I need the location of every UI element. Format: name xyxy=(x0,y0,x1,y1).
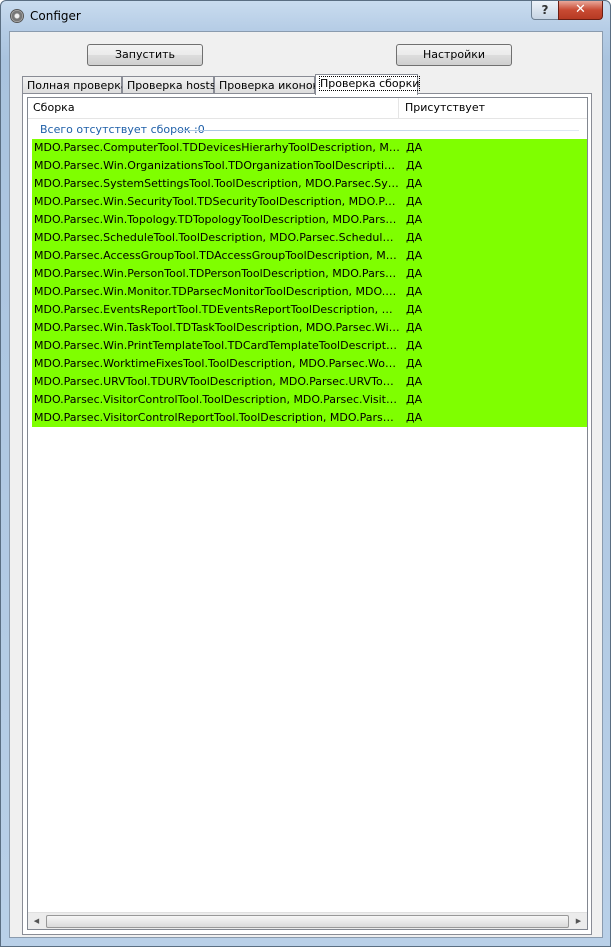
window-title: Configer xyxy=(30,9,81,23)
assembly-cell: MDO.Parsec.Win.Monitor.TDParsecMonitorTo… xyxy=(34,285,400,298)
tab-label: Проверка hosts xyxy=(127,79,216,92)
list-row[interactable]: MDO.Parsec.Win.PersonTool.TDPersonToolDe… xyxy=(32,265,587,283)
present-cell: ДА xyxy=(406,267,423,280)
present-cell: ДА xyxy=(406,339,423,352)
list-row[interactable]: MDO.Parsec.EventsReportTool.TDEventsRepo… xyxy=(32,301,587,319)
group-divider xyxy=(175,130,579,131)
column-header-assembly[interactable]: Сборка xyxy=(28,98,399,118)
list-row[interactable]: MDO.Parsec.WorktimeFixesTool.ToolDescrip… xyxy=(32,355,587,373)
list-header: Сборка Присутствует xyxy=(28,98,587,119)
present-cell: ДА xyxy=(406,303,423,316)
tab-hosts-check[interactable]: Проверка hosts xyxy=(122,76,216,94)
tab-icons-check[interactable]: Проверка иконок xyxy=(214,76,319,94)
horizontal-scrollbar[interactable]: ◀ ▶ xyxy=(28,912,587,929)
list-row[interactable]: MDO.Parsec.SystemSettingsTool.ToolDescri… xyxy=(32,175,587,193)
present-cell: ДА xyxy=(406,213,423,226)
present-cell: ДА xyxy=(406,231,423,244)
assembly-cell: MDO.Parsec.Win.Topology.TDTopologyToolDe… xyxy=(34,213,400,226)
present-cell: ДА xyxy=(406,375,423,388)
present-cell: ДА xyxy=(406,249,423,262)
close-button[interactable]: ✕ xyxy=(558,1,603,20)
assembly-cell: MDO.Parsec.VisitorControlReportTool.Tool… xyxy=(34,411,400,424)
present-cell: ДА xyxy=(406,177,423,190)
list-row[interactable]: MDO.Parsec.ComputerTool.TDDevicesHierarh… xyxy=(32,139,587,157)
assembly-cell: MDO.Parsec.Win.SecurityTool.TDSecurityTo… xyxy=(34,195,400,208)
list-row[interactable]: MDO.Parsec.VisitorControlReportTool.Tool… xyxy=(32,409,587,427)
assembly-cell: MDO.Parsec.ComputerTool.TDDevicesHierarh… xyxy=(34,141,400,154)
assembly-cell: MDO.Parsec.EventsReportTool.TDEventsRepo… xyxy=(34,303,400,316)
list-row[interactable]: MDO.Parsec.URVTool.TDURVToolDescription,… xyxy=(32,373,587,391)
present-cell: ДА xyxy=(406,159,423,172)
present-cell: ДА xyxy=(406,285,423,298)
title-bar[interactable]: Configer ? ✕ xyxy=(1,1,610,31)
assembly-cell: MDO.Parsec.Win.TaskTool.TDTaskToolDescri… xyxy=(34,321,400,334)
list-row[interactable]: MDO.Parsec.AccessGroupTool.TDAccessGroup… xyxy=(32,247,587,265)
list-row[interactable]: MDO.Parsec.Win.Topology.TDTopologyToolDe… xyxy=(32,211,587,229)
present-cell: ДА xyxy=(406,321,423,334)
group-header: Всего отсутствует сборок :0 xyxy=(28,123,587,139)
assembly-cell: MDO.Parsec.VisitorControlTool.ToolDescri… xyxy=(34,393,400,406)
list-row[interactable]: MDO.Parsec.Win.Monitor.TDParsecMonitorTo… xyxy=(32,283,587,301)
assembly-cell: MDO.Parsec.ScheduleTool.ToolDescription,… xyxy=(34,231,400,244)
assembly-cell: MDO.Parsec.WorktimeFixesTool.ToolDescrip… xyxy=(34,357,400,370)
tab-label: Проверка иконок xyxy=(219,79,320,92)
client-area: Запустить Настройки Полная проверка Пров… xyxy=(9,31,603,938)
present-cell: ДА xyxy=(406,411,423,424)
configer-window: Configer ? ✕ Запустить Настройки Полная … xyxy=(0,0,611,947)
assembly-cell: MDO.Parsec.Win.PersonTool.TDPersonToolDe… xyxy=(34,267,400,280)
list-row[interactable]: MDO.Parsec.ScheduleTool.ToolDescription,… xyxy=(32,229,587,247)
tab-assembly-check[interactable]: Проверка сборки xyxy=(315,74,421,95)
gear-icon xyxy=(10,9,24,23)
scrollbar-thumb[interactable] xyxy=(46,915,569,928)
tab-panel-assembly: Сборка Присутствует Всего отсутствует сб… xyxy=(22,93,592,935)
scroll-right-arrow-icon[interactable]: ▶ xyxy=(570,913,587,929)
tab-label: Полная проверка xyxy=(27,79,128,92)
settings-button[interactable]: Настройки xyxy=(396,44,512,66)
assembly-cell: MDO.Parsec.SystemSettingsTool.ToolDescri… xyxy=(34,177,400,190)
assembly-cell: MDO.Parsec.Win.OrganizationsTool.TDOrgan… xyxy=(34,159,400,172)
list-row[interactable]: MDO.Parsec.VisitorControlTool.ToolDescri… xyxy=(32,391,587,409)
help-button[interactable]: ? xyxy=(531,1,559,20)
column-header-present[interactable]: Присутствует xyxy=(400,98,587,118)
list-row[interactable]: MDO.Parsec.Win.OrganizationsTool.TDOrgan… xyxy=(32,157,587,175)
assembly-cell: MDO.Parsec.Win.PrintTemplateTool.TDCardT… xyxy=(34,339,400,352)
run-button[interactable]: Запустить xyxy=(87,44,203,66)
assembly-cell: MDO.Parsec.URVTool.TDURVToolDescription,… xyxy=(34,375,400,388)
present-cell: ДА xyxy=(406,195,423,208)
scroll-left-arrow-icon[interactable]: ◀ xyxy=(28,913,45,929)
present-cell: ДА xyxy=(406,357,423,370)
list-rows: MDO.Parsec.ComputerTool.TDDevicesHierarh… xyxy=(32,139,587,427)
assembly-cell: MDO.Parsec.AccessGroupTool.TDAccessGroup… xyxy=(34,249,400,262)
present-cell: ДА xyxy=(406,141,423,154)
list-row[interactable]: MDO.Parsec.Win.SecurityTool.TDSecurityTo… xyxy=(32,193,587,211)
present-cell: ДА xyxy=(406,393,423,406)
list-row[interactable]: MDO.Parsec.Win.PrintTemplateTool.TDCardT… xyxy=(32,337,587,355)
tab-label: Проверка сборки xyxy=(318,76,421,91)
assembly-list[interactable]: Сборка Присутствует Всего отсутствует сб… xyxy=(27,97,588,930)
tab-full-check[interactable]: Полная проверка xyxy=(22,76,128,94)
list-row[interactable]: MDO.Parsec.Win.TaskTool.TDTaskToolDescri… xyxy=(32,319,587,337)
